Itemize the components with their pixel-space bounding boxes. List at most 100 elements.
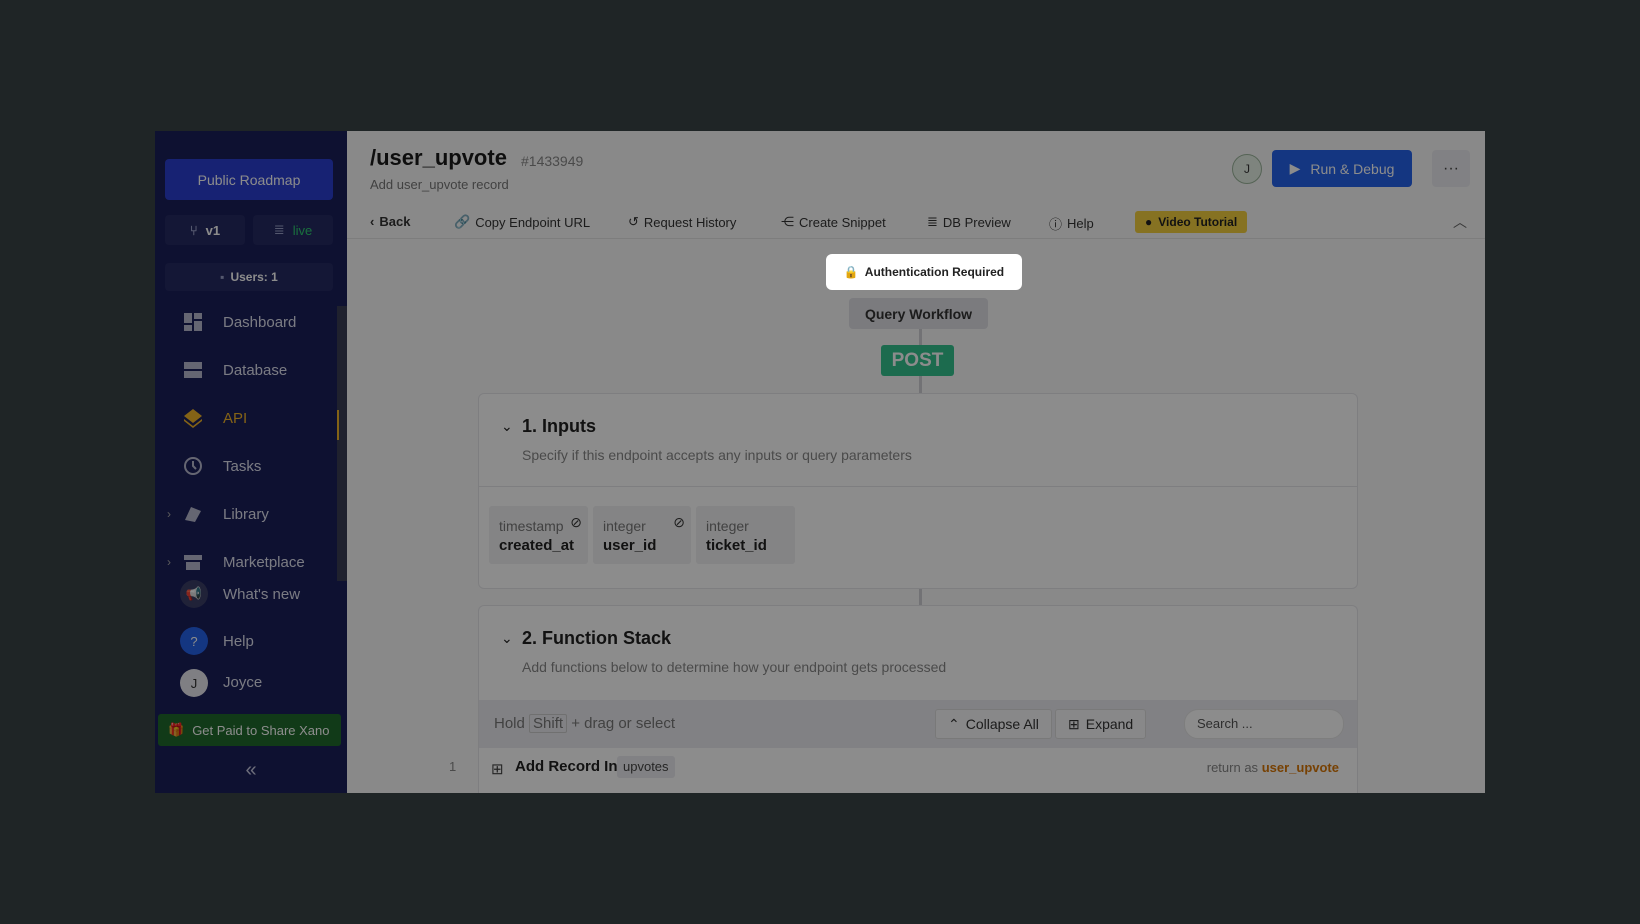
stack-toolbar: Hold Shift + drag or select ⌃ Collapse A… [479,700,1357,748]
drag-hint: Hold Shift + drag or select [494,714,676,733]
function-stack-title: 2. Function Stack [522,628,672,648]
chevron-right-icon: › [167,507,171,521]
help-icon: ? [180,627,208,655]
function-stack-desc: Add functions below to determine how you… [522,659,947,675]
info-icon: ⓘ [1049,217,1063,232]
promo-banner[interactable]: 🎁 Get Paid to Share Xano [158,714,341,746]
connector-line [919,589,922,605]
http-method-badge: POST [881,345,954,376]
input-type: integer [706,518,749,534]
sidebar-item-dashboard[interactable]: Dashboard [155,302,337,342]
api-icon [184,409,202,428]
database-icon: ≣ [927,214,938,229]
play-circle-icon: ● [1145,215,1153,229]
more-options-button[interactable]: ··· [1432,150,1470,187]
eye-off-icon[interactable]: ⊘ [570,514,582,531]
user-name[interactable]: Joyce [223,674,262,691]
connector-line [919,376,922,394]
user-avatar[interactable]: J [180,669,208,697]
video-tutorial-button[interactable]: ● Video Tutorial [1135,211,1248,233]
stack-search-input[interactable]: Search ... [1184,709,1344,739]
megaphone-icon: 📢 [180,580,208,608]
database-icon: ≣ [273,222,285,237]
sidebar: Public Roadmap ⑂ v1 ≣ live ▪ Users: 1 Da… [155,131,347,793]
table-tag[interactable]: upvotes [617,756,675,778]
input-field-user-id[interactable]: integer user_id ⊘ [593,506,691,564]
chevron-left-icon: ‹ [370,214,375,229]
sidebar-item-label: Dashboard [223,313,297,331]
auth-label: Authentication Required [864,265,1005,279]
eye-off-icon[interactable]: ⊘ [673,514,685,531]
back-label: Back [379,214,411,229]
input-type: integer [603,518,646,534]
help-link[interactable]: Help [223,633,254,650]
auth-required-badge[interactable]: 🔒 Authentication Required [826,254,1022,290]
collapse-all-button[interactable]: ⌃ Collapse All [935,709,1052,739]
users-badge[interactable]: ▪ Users: 1 [165,263,333,291]
chevron-up-icon[interactable]: ︿ [1453,212,1467,232]
db-preview-button[interactable]: ≣ DB Preview [927,214,1011,230]
chevron-right-icon: › [167,555,171,569]
datasource-label: live [292,222,313,238]
create-snippet-button[interactable]: ⋲ Create Snippet [781,214,886,230]
collapse-sidebar-icon[interactable]: « [155,759,347,782]
collapse-icon: ⌃ [948,715,960,732]
branch-label: v1 [205,222,221,238]
history-icon: ↺ [628,214,639,229]
expand-label: Expand [1085,716,1134,732]
branch-selector[interactable]: ⑂ v1 [165,215,245,245]
sidebar-item-label: Library [223,505,269,523]
active-indicator [337,410,339,440]
sidebar-item-library[interactable]: › Library [155,494,337,534]
inputs-card: ⌄ 1. Inputs Specify if this endpoint acc… [478,393,1358,589]
run-debug-label: Run & Debug [1310,160,1395,177]
sidebar-item-api[interactable]: API [155,398,337,438]
lock-icon: 🔒 [843,265,859,279]
sidebar-item-label: Database [223,361,288,379]
chat-icon: ▪ [220,270,225,284]
inputs-title: 1. Inputs [522,416,597,436]
sidebar-item-database[interactable]: Database [155,350,337,390]
store-icon [184,555,202,570]
promo-label: Get Paid to Share Xano [192,722,330,738]
gift-icon: 🎁 [168,722,185,737]
help-button[interactable]: ⓘ Help [1049,214,1094,233]
avatar[interactable]: J [1232,154,1262,184]
return-variable: user_upvote [1261,760,1339,775]
project-button[interactable]: Public Roadmap [165,159,333,200]
back-button[interactable]: ‹ Back [370,214,410,229]
sidebar-item-label: Marketplace [223,553,305,571]
whats-new-link[interactable]: What's new [223,586,300,603]
function-row[interactable]: 1 ⊞ Add Record In upvotes return as user… [449,748,1357,788]
sidebar-scrollbar[interactable] [337,306,347,581]
shift-key: Shift [529,714,568,733]
sidebar-item-label: API [223,409,248,427]
request-history-button[interactable]: ↺ Request History [628,214,736,230]
page-subtitle: Add user_upvote record [370,177,509,192]
datasource-selector[interactable]: ≣ live [253,215,333,245]
expand-button[interactable]: ⊞ Expand [1055,709,1147,739]
copy-url-button[interactable]: 🔗 Copy Endpoint URL [454,214,590,230]
help-label: Help [1067,216,1094,231]
app-window: Public Roadmap ⑂ v1 ≣ live ▪ Users: 1 Da… [155,131,1485,793]
database-icon [184,362,202,378]
dashboard-icon [184,313,202,331]
toolbar: ‹ Back 🔗 Copy Endpoint URL ↺ Request His… [347,206,1485,239]
input-name: ticket_id [706,537,767,554]
sidebar-item-tasks[interactable]: Tasks [155,446,337,486]
input-field-ticket-id[interactable]: integer ticket_id [696,506,795,564]
chevron-down-icon[interactable]: ⌄ [501,630,513,647]
page-title: /user_upvote [370,145,507,170]
input-field-created-at[interactable]: timestamp created_at ⊘ [489,506,588,564]
function-title: Add Record In [515,758,618,775]
connector-line [919,329,922,345]
input-name: user_id [603,537,657,554]
chevron-down-icon[interactable]: ⌄ [501,418,513,435]
query-workflow-label: Query Workflow [849,298,988,329]
run-debug-button[interactable]: ▶ Run & Debug [1272,150,1412,187]
db-preview-label: DB Preview [942,214,1011,230]
copy-url-label: Copy Endpoint URL [475,214,591,230]
input-name: created_at [499,537,575,554]
sidebar-item-marketplace[interactable]: › Marketplace [155,542,337,582]
snippet-label: Create Snippet [799,214,886,230]
